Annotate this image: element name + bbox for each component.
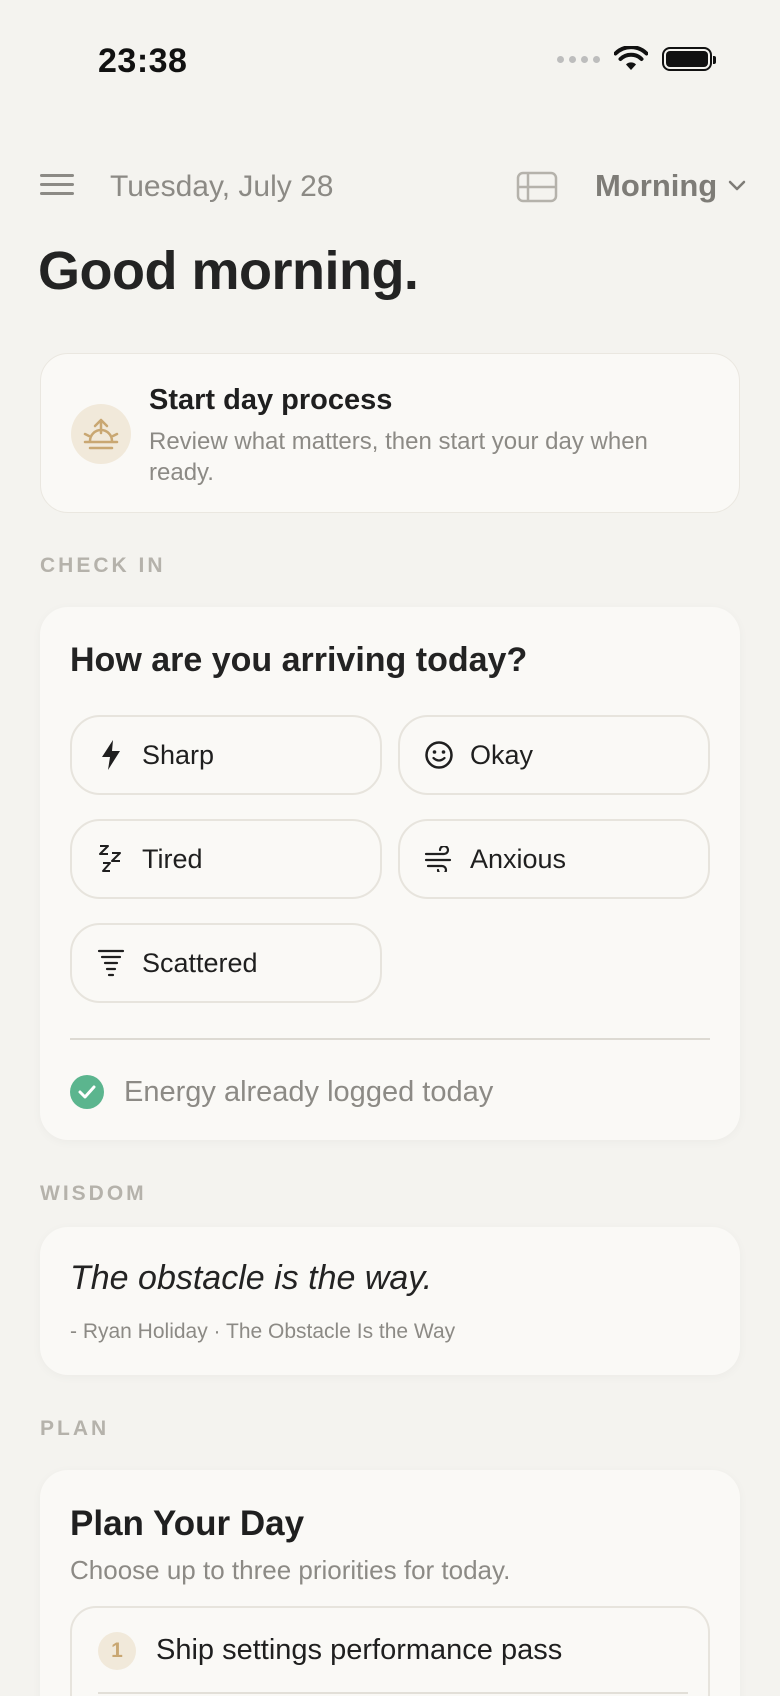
mood-label: Anxious <box>470 843 567 874</box>
period-label: Morning <box>595 168 718 203</box>
priority-list: 1 Ship settings performance pass <box>70 1606 710 1696</box>
priority-number-badge: 1 <box>98 1632 136 1670</box>
section-label-plan: PLAN <box>40 1417 110 1440</box>
date-label: Tuesday, July 28 <box>110 170 334 203</box>
quote-source: - Ryan Holiday · The Obstacle Is the Way <box>70 1320 456 1343</box>
lightning-icon <box>94 738 128 772</box>
start-day-card[interactable]: Start day process Review what matters, t… <box>40 353 740 513</box>
smile-icon <box>422 738 456 772</box>
check-in-card: How are you arriving today? Sharp Okay T… <box>40 607 740 1140</box>
mood-option-scattered[interactable]: Scattered <box>70 923 382 1003</box>
tornado-icon <box>94 946 128 980</box>
mood-label: Scattered <box>142 947 258 978</box>
hamburger-icon <box>40 174 74 177</box>
sunrise-icon <box>71 404 131 464</box>
mood-option-sharp[interactable]: Sharp <box>70 715 382 795</box>
mood-label: Sharp <box>142 739 215 770</box>
mood-label: Tired <box>142 843 203 874</box>
mood-label: Okay <box>470 739 534 770</box>
mood-option-tired[interactable]: Tired <box>70 819 382 899</box>
section-label-check-in: CHECK IN <box>40 554 166 577</box>
page-title: Good morning. <box>38 241 419 301</box>
menu-button[interactable] <box>40 174 74 200</box>
top-nav: Tuesday, July 28 Morning <box>0 160 780 214</box>
divider <box>70 1038 710 1040</box>
plan-subtitle: Choose up to three priorities for today. <box>70 1555 511 1585</box>
wifi-icon <box>614 46 648 70</box>
period-selector[interactable]: Morning <box>595 168 747 204</box>
wisdom-card: The obstacle is the way. - Ryan Holiday … <box>40 1227 740 1375</box>
cellular-signal-icon <box>557 55 600 63</box>
plan-card: Plan Your Day Choose up to three priorit… <box>40 1470 740 1696</box>
check-in-question: How are you arriving today? <box>70 641 528 679</box>
start-day-title: Start day process <box>149 384 393 416</box>
status-icons <box>557 46 716 72</box>
wind-icon <box>422 842 456 876</box>
quote-text: The obstacle is the way. <box>70 1259 433 1297</box>
plan-title: Plan Your Day <box>70 1504 305 1543</box>
battery-icon <box>662 47 716 71</box>
status-bar: 23:38 <box>0 0 780 120</box>
priority-item[interactable]: Ship settings performance pass <box>156 1634 562 1667</box>
layout-toggle-button[interactable] <box>516 170 558 204</box>
chevron-down-icon <box>729 180 746 191</box>
mood-option-anxious[interactable]: Anxious <box>398 819 710 899</box>
mood-option-okay[interactable]: Okay <box>398 715 710 795</box>
divider <box>98 1692 688 1694</box>
section-label-wisdom: WISDOM <box>40 1182 147 1205</box>
list-layout-icon <box>516 171 558 203</box>
start-day-subtitle: Review what matters, then start your day… <box>149 428 648 486</box>
checkmark-icon <box>70 1075 104 1109</box>
status-time: 23:38 <box>98 42 188 80</box>
energy-status-row: Energy already logged today <box>70 1075 493 1109</box>
energy-status-text: Energy already logged today <box>124 1075 494 1108</box>
sleep-zzz-icon <box>94 842 128 876</box>
